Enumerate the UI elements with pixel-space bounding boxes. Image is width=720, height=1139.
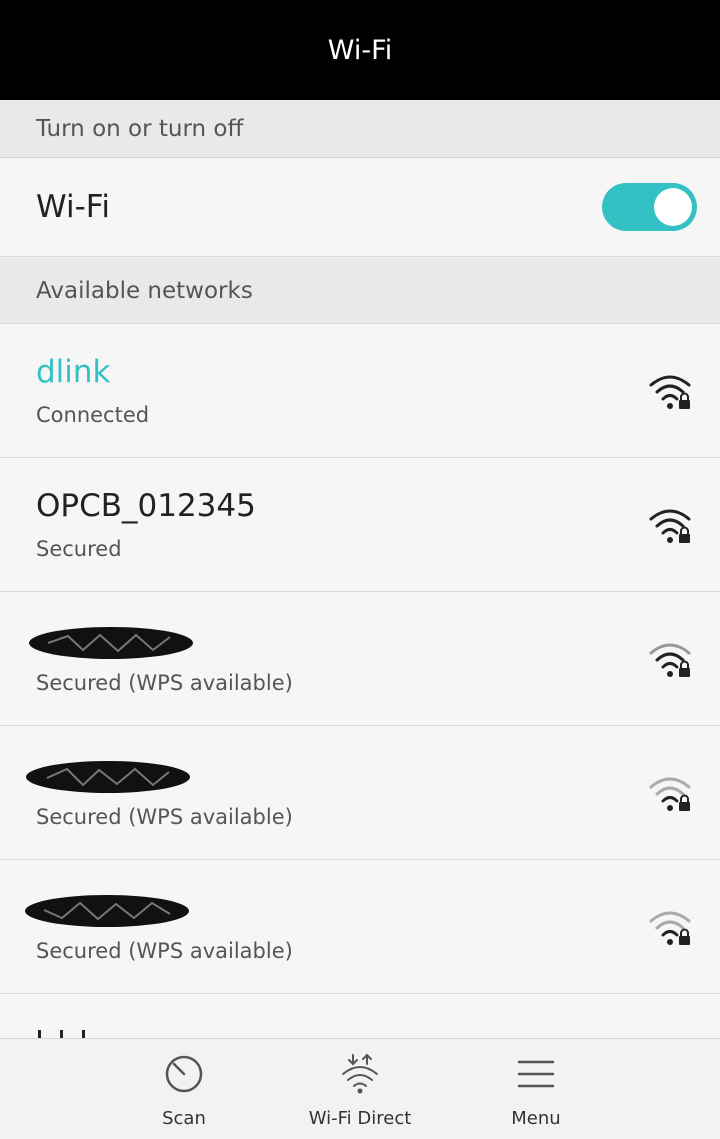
section-header-toggle: Turn on or turn off	[0, 100, 720, 158]
network-item[interactable]	[0, 994, 720, 1038]
bottom-action-bar: Scan Wi-Fi Direct Menu	[0, 1038, 720, 1138]
section-header-label: Available networks	[36, 277, 253, 304]
wifi-lock-icon	[649, 509, 691, 543]
menu-label: Menu	[511, 1108, 561, 1129]
wifi-direct-button[interactable]: Wi-Fi Direct	[280, 1039, 440, 1139]
network-status: Secured (WPS available)	[36, 671, 293, 695]
redacted-network-name	[26, 761, 190, 793]
wifi-toggle-row[interactable]: Wi-Fi	[0, 158, 720, 257]
network-item[interactable]: dlink Connected	[0, 324, 720, 458]
network-name: OPCB_012345	[36, 488, 256, 524]
title-bar: Wi-Fi	[0, 0, 720, 100]
network-name: dlink	[36, 354, 111, 390]
toggle-knob	[654, 188, 692, 226]
page-title: Wi-Fi	[327, 34, 393, 66]
scan-label: Scan	[162, 1108, 206, 1129]
network-item[interactable]: Secured (WPS available)	[0, 860, 720, 994]
wifi-direct-label: Wi-Fi Direct	[308, 1108, 412, 1129]
scan-button[interactable]: Scan	[104, 1039, 264, 1139]
network-status: Secured	[36, 537, 122, 561]
section-header-label: Turn on or turn off	[36, 115, 244, 142]
wifi-direct-icon	[342, 1053, 378, 1094]
network-status: Secured (WPS available)	[36, 805, 293, 829]
network-item[interactable]: OPCB_012345 Secured	[0, 458, 720, 592]
clipped-network-name	[38, 1030, 85, 1038]
wifi-lock-icon	[649, 375, 691, 409]
wifi-lock-icon	[649, 777, 691, 811]
menu-button[interactable]: Menu	[456, 1039, 616, 1139]
wifi-lock-icon	[649, 911, 691, 945]
network-item[interactable]: Secured (WPS available)	[0, 592, 720, 726]
wifi-toggle-label: Wi-Fi	[36, 189, 110, 225]
network-list[interactable]: dlink Connected OPCB_012345 Secured Secu…	[0, 324, 720, 1038]
section-header-networks: Available networks	[0, 258, 720, 324]
redacted-network-name	[29, 627, 193, 659]
wifi-lock-icon	[649, 643, 691, 677]
scan-icon	[165, 1055, 203, 1093]
network-status: Connected	[36, 403, 150, 427]
menu-icon	[517, 1060, 555, 1088]
redacted-network-name	[25, 895, 189, 927]
network-item[interactable]: Secured (WPS available)	[0, 726, 720, 860]
network-status: Secured (WPS available)	[36, 939, 293, 963]
wifi-toggle-switch[interactable]	[602, 183, 697, 231]
